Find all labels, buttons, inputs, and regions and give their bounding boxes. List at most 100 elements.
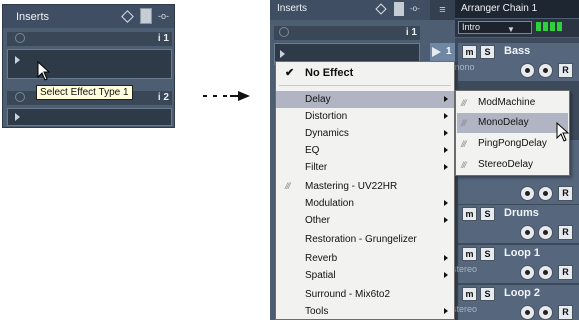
mute-button[interactable]: m [462,45,477,59]
menu-item-dynamics[interactable]: Dynamics [276,125,454,142]
level-meter-segment [543,22,548,31]
menu-item-distortion[interactable]: Distortion [276,108,454,125]
menu-item-label: Restoration - Grungelizer [305,234,417,245]
chevron-down-icon: ▼ [507,25,515,34]
menu-item-filter[interactable]: Filter [276,159,454,176]
submenu-arrow-icon [444,130,448,136]
menu-item-reverb[interactable]: Reverb [276,250,454,267]
submenu-arrow-icon [444,217,448,223]
menu-item-label: Filter [305,162,328,173]
level-meter-segment [550,22,555,31]
read-button[interactable] [538,265,553,280]
track-name[interactable]: Bass [504,45,530,57]
menu-item-spatial[interactable]: Spatial [276,267,454,284]
submenu-arrow-icon [444,164,448,170]
submenu-item-label: ModMachine [478,97,536,108]
record-enable-button[interactable]: R [558,225,573,240]
submenu-item-modmachine[interactable]: /// ModMachine [457,93,568,113]
bypass-button[interactable] [140,8,152,24]
track-row-loop-1[interactable]: m S Loop 1 stereo R [452,245,579,283]
arranger-chain[interactable]: Arranger Chain 1 [455,0,579,18]
track-channel-type: stereo [452,304,478,314]
solo-button[interactable]: S [480,287,495,301]
menu-item-label: Spatial [305,270,336,281]
submenu-item-pingpongdelay[interactable]: /// PingPongDelay [457,134,568,154]
effect-type-tooltip: Select Effect Type 1 [36,85,133,100]
power-icon[interactable] [279,27,289,37]
menu-item-restoration[interactable]: Restoration - Grungelizer [276,231,454,248]
record-enable-button[interactable]: R [558,63,573,78]
submenu-arrow-icon [444,96,448,102]
submenu-arrow-icon [444,147,448,153]
insert-slot-1-bar: i 1 [274,26,420,40]
track-list-icon[interactable]: ≡ [430,0,455,20]
menu-item-tools[interactable]: Tools [276,303,454,320]
track-channel-type: stereo [452,264,478,274]
preset-diamond-icon[interactable] [375,3,387,15]
menu-item-label: Dynamics [305,128,349,139]
io-icon[interactable]: -o- [158,11,169,21]
expand-triangle-icon[interactable] [280,50,285,58]
solo-button[interactable]: S [480,247,495,261]
insert-slot-1[interactable] [7,49,172,79]
monitor-button[interactable] [520,186,535,201]
mute-button[interactable]: m [462,207,477,221]
menu-item-other[interactable]: Other [276,212,454,229]
checkmark-icon: ✔ [285,67,295,79]
read-button[interactable] [538,63,553,78]
plugin-icon: /// [285,181,290,191]
read-button[interactable] [538,305,553,320]
monitor-button[interactable] [520,305,535,320]
io-icon[interactable]: -o- [410,4,420,13]
track-row-bass[interactable]: m S Bass mono R [452,43,579,81]
mute-button[interactable]: m [462,287,477,301]
track-row-loop-2[interactable]: m S Loop 2 stereo R [452,285,579,320]
menu-item-label: Surround - Mix6to2 [305,289,391,300]
track-channel-type: mono [452,62,475,72]
menu-item-label: No Effect [305,67,354,79]
menu-item-label: Reverb [305,253,338,264]
menu-separator [279,85,451,86]
plugin-icon: /// [461,98,466,108]
record-enable-button[interactable]: R [558,265,573,280]
submenu-arrow-icon [444,272,448,278]
submenu-item-monodelay[interactable]: /// MonoDelay [457,113,568,133]
record-enable-button[interactable]: R [558,186,573,201]
arranger-select[interactable]: Intro ▼ [458,21,532,34]
insert-slot-2[interactable] [7,108,172,126]
effect-type-menu: ✔ No Effect Delay Distortion Dynamics EQ… [275,61,455,320]
bypass-button[interactable] [394,2,404,16]
read-button[interactable] [538,186,553,201]
play-indicator-icon [432,47,441,57]
track-name[interactable]: Drums [504,207,539,219]
submenu-arrow-icon [444,113,448,119]
monitor-button[interactable] [520,225,535,240]
track-row-drums[interactable]: m S Drums R [458,205,579,243]
monitor-button[interactable] [520,63,535,78]
menu-item-modulation[interactable]: Modulation [276,195,454,212]
preset-diamond-icon[interactable] [121,10,134,23]
solo-button[interactable]: S [480,45,495,59]
menu-item-label: Distortion [305,111,348,122]
menu-item-eq[interactable]: EQ [276,142,454,159]
menu-item-no-effect[interactable]: ✔ No Effect [276,65,454,82]
mute-button[interactable]: m [462,247,477,261]
power-icon[interactable] [15,33,25,43]
expand-triangle-icon[interactable] [15,56,20,64]
submenu-item-stereodelay[interactable]: /// StereoDelay [457,155,568,175]
expand-triangle-icon[interactable] [15,113,20,121]
menu-item-label: Other [305,215,331,226]
arranger-select-value: Intro [462,22,481,32]
track-name[interactable]: Loop 1 [504,247,540,259]
read-button[interactable] [538,225,553,240]
menu-item-label: Delay [305,94,331,105]
power-icon[interactable] [15,92,25,102]
solo-button[interactable]: S [480,207,495,221]
record-enable-button[interactable]: R [558,305,573,320]
menu-item-delay[interactable]: Delay [276,91,454,108]
menu-item-mastering[interactable]: /// Mastering - UV22HR [276,178,454,195]
track-selected-indicator[interactable]: 1 [430,43,455,61]
track-name[interactable]: Loop 2 [504,287,540,299]
monitor-button[interactable] [520,265,535,280]
menu-item-surround[interactable]: Surround - Mix6to2 [276,286,454,303]
